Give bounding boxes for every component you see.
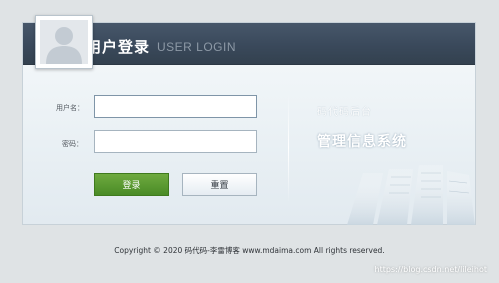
brand-large-text: 管理信息系统 [317,134,407,150]
username-input[interactable] [94,95,257,118]
copyright-text: Copyright © 2020 码代码-李雷博客 www.mdaima.com… [114,246,385,255]
username-label: 用户名： [56,104,84,112]
reset-button[interactable]: 重置 [182,173,257,196]
login-page: 用户登录 USER LOGIN 用户名： 密码： 登录 重置 码代码后台 管理信… [0,0,499,283]
header-title: 用户登录 [86,38,151,56]
password-label: 密码： [62,140,83,148]
reset-button-label: 重置 [210,181,229,191]
user-silhouette-icon [40,20,88,64]
login-button-label: 登录 [122,181,141,191]
password-input[interactable] [94,130,257,153]
server-rack-icon [343,163,475,225]
login-button[interactable]: 登录 [94,173,169,196]
avatar [35,15,93,69]
login-panel: 用户登录 USER LOGIN 用户名： 密码： 登录 重置 码代码后台 管理信… [22,15,476,225]
header-subtitle: USER LOGIN [157,40,237,54]
panel-divider [288,93,289,203]
brand-small-text: 码代码后台 [317,107,372,118]
watermark-text: https://blog.csdn.net/lileihot [374,265,488,274]
